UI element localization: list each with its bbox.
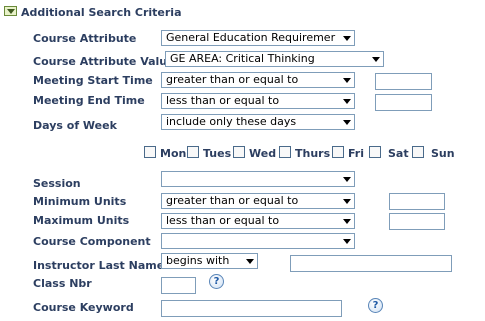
meeting-end-time-operator: less than or equal to [166,94,280,107]
maximum-units-label: Maximum Units [33,214,130,227]
course-attribute-value-label: Course Attribute Value [33,55,175,68]
day-label-tues: Tues [203,147,232,160]
day-label-mon: Mon [160,147,187,160]
course-attribute-label: Course Attribute [33,32,137,45]
meeting-start-time-operator: greater than or equal to [166,73,299,86]
meeting-start-time-operator-select[interactable]: greater than or equal to [161,72,355,88]
chevron-down-icon [343,199,351,204]
collapse-toggle-icon[interactable] [4,6,17,16]
instructor-last-name-label: Instructor Last Name [33,259,165,272]
course-attribute-value-value: GE AREA: Critical Thinking [170,52,315,65]
chevron-down-icon [343,120,351,125]
course-component-label: Course Component [33,235,151,248]
day-label-sat: Sat [388,147,409,160]
chevron-down-icon [343,177,351,182]
meeting-end-time-operator-select[interactable]: less than or equal to [161,93,355,109]
chevron-down-icon [343,78,351,83]
class-nbr-help-icon[interactable]: ? [209,274,224,289]
instructor-last-name-input[interactable] [290,255,452,272]
meeting-start-time-label: Meeting Start Time [33,74,153,87]
minimum-units-input[interactable] [389,193,445,210]
chevron-down-icon [343,99,351,104]
meeting-end-time-label: Meeting End Time [33,94,145,107]
minimum-units-operator: greater than or equal to [166,194,299,207]
days-of-week-operator: include only these days [166,115,297,128]
session-select[interactable] [161,171,355,187]
chevron-down-icon [343,36,351,41]
day-checkbox-tues[interactable] [187,146,199,158]
day-checkbox-mon[interactable] [144,146,156,158]
meeting-start-time-input[interactable] [375,73,432,90]
chevron-down-icon [343,239,351,244]
days-of-week-label: Days of Week [33,119,117,132]
day-label-sun: Sun [431,147,455,160]
class-nbr-input[interactable] [161,277,196,294]
course-keyword-label: Course Keyword [33,301,134,314]
course-keyword-input[interactable] [161,300,342,317]
day-checkbox-wed[interactable] [233,146,245,158]
days-of-week-operator-select[interactable]: include only these days [161,114,355,130]
session-label: Session [33,177,81,190]
maximum-units-operator-select[interactable]: less than or equal to [161,213,355,229]
course-attribute-value-select[interactable]: GE AREA: Critical Thinking [165,51,384,67]
course-component-select[interactable] [161,233,355,249]
course-keyword-help-icon[interactable]: ? [368,298,383,313]
day-label-wed: Wed [249,147,277,160]
minimum-units-label: Minimum Units [33,195,127,208]
class-nbr-label: Class Nbr [33,277,92,290]
chevron-down-icon [343,219,351,224]
chevron-down-icon [246,259,254,264]
course-attribute-value: General Education Requiremer [166,31,336,44]
instructor-last-name-operator-select[interactable]: begins with [161,253,258,269]
maximum-units-input[interactable] [389,213,445,230]
instructor-last-name-operator: begins with [166,254,230,267]
meeting-end-time-input[interactable] [375,94,432,111]
section-title[interactable]: Additional Search Criteria [21,6,182,20]
day-checkbox-thurs[interactable] [279,146,291,158]
day-label-fri: Fri [348,147,365,160]
day-checkbox-sat[interactable] [369,146,381,158]
day-checkbox-fri[interactable] [332,146,344,158]
chevron-down-icon [372,57,380,62]
minimum-units-operator-select[interactable]: greater than or equal to [161,193,355,209]
course-attribute-select[interactable]: General Education Requiremer [161,30,355,46]
day-label-thurs: Thurs [295,147,331,160]
day-checkbox-sun[interactable] [412,146,424,158]
maximum-units-operator: less than or equal to [166,214,280,227]
